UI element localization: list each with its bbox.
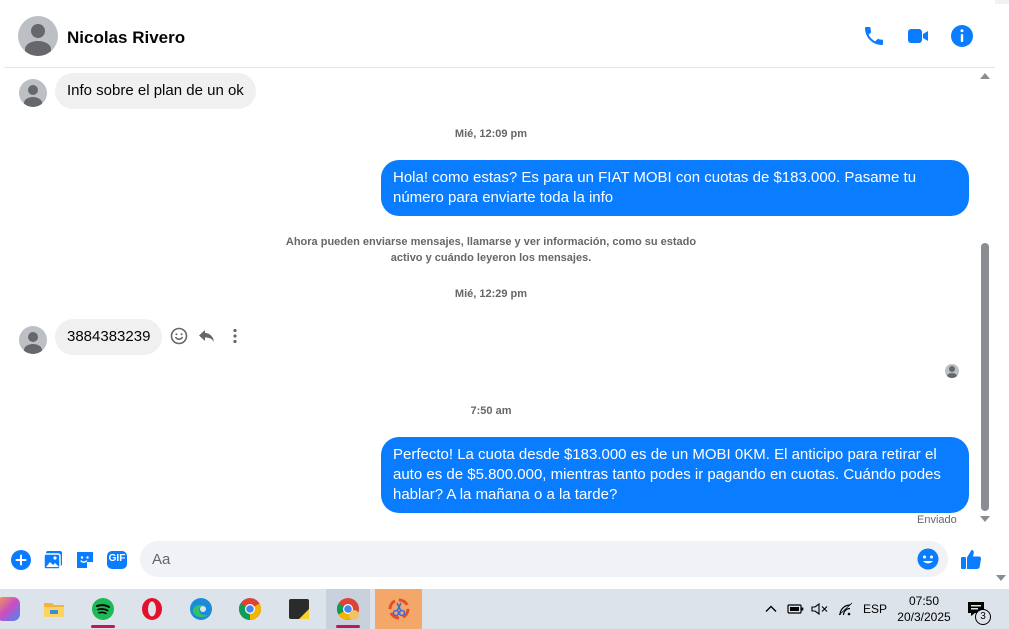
- scroll-down-arrow-icon[interactable]: [980, 516, 990, 522]
- message-timestamp: 7:50 am: [470, 405, 512, 417]
- clock-time: 07:50: [908, 594, 940, 608]
- video-icon[interactable]: [906, 24, 930, 48]
- message-bubble-incoming[interactable]: 3884383239: [55, 319, 163, 355]
- scroll-thumb[interactable]: [981, 243, 989, 511]
- phone-icon[interactable]: [862, 24, 886, 48]
- plus-icon[interactable]: [9, 548, 33, 572]
- message-composer: GIF: [4, 536, 995, 584]
- message-bubble-outgoing[interactable]: Hola! como estas? Es para un FIAT MOBI c…: [381, 160, 969, 216]
- scroll-up-arrow-icon[interactable]: [980, 73, 990, 79]
- message-thread[interactable]: Info sobre el plan de un ok Mié, 12:09 p…: [4, 69, 977, 533]
- contact-avatar-small[interactable]: [19, 79, 47, 107]
- opera-icon[interactable]: [130, 589, 174, 629]
- wifi-icon[interactable]: [837, 589, 855, 629]
- spotify-icon[interactable]: [81, 589, 125, 629]
- info-icon[interactable]: [950, 24, 974, 48]
- message-input[interactable]: [152, 541, 912, 577]
- system-clock[interactable]: 07:50 20/3/2025: [890, 593, 958, 625]
- contact-name[interactable]: Nicolas Rivero: [67, 28, 185, 48]
- notification-count-badge: 3: [975, 609, 991, 625]
- gif-icon[interactable]: GIF: [105, 548, 129, 572]
- delivery-status: Enviado: [917, 514, 957, 526]
- windows-taskbar: ESP 07:50 20/3/2025 3: [0, 589, 1009, 629]
- window-scroll-down-arrow-icon[interactable]: [996, 575, 1006, 581]
- thread-scrollbar[interactable]: [977, 69, 993, 533]
- message-bubble-outgoing[interactable]: Perfecto! La cuota desde $183.000 es de …: [381, 437, 969, 513]
- message-timestamp: Mié, 12:09 pm: [454, 128, 528, 140]
- emoji-icon[interactable]: [916, 547, 940, 571]
- volume-muted-icon[interactable]: [811, 589, 829, 629]
- message-timestamp: Mié, 12:29 pm: [454, 288, 528, 300]
- clock-date: 20/3/2025: [897, 610, 951, 624]
- messenger-window: Nicolas Rivero Info sobre el plan de un …: [0, 0, 995, 588]
- contact-avatar-small[interactable]: [19, 326, 47, 354]
- sticky-notes-icon[interactable]: [277, 589, 321, 629]
- message-input-container[interactable]: [140, 541, 948, 577]
- show-hidden-icons-icon[interactable]: [764, 589, 778, 629]
- battery-icon[interactable]: [787, 589, 805, 629]
- copilot-icon[interactable]: [0, 589, 30, 629]
- file-explorer-icon[interactable]: [32, 589, 76, 629]
- snipping-tool-icon[interactable]: [375, 589, 422, 629]
- chrome-icon[interactable]: [228, 589, 272, 629]
- system-message-line: Ahora pueden enviarse mensajes, llamarse…: [285, 236, 697, 248]
- like-icon[interactable]: [959, 547, 983, 571]
- image-icon[interactable]: [41, 548, 65, 572]
- language-indicator[interactable]: ESP: [863, 589, 887, 629]
- more-options-icon[interactable]: [225, 326, 245, 346]
- seen-indicator-avatar: [945, 364, 959, 378]
- chat-header: Nicolas Rivero: [4, 4, 995, 68]
- react-emoji-icon[interactable]: [169, 326, 189, 346]
- contact-avatar[interactable]: [18, 16, 58, 56]
- gif-label: GIF: [108, 553, 126, 564]
- reply-icon[interactable]: [197, 326, 217, 346]
- app-running-indicator: [336, 625, 360, 628]
- message-bubble-incoming[interactable]: Info sobre el plan de un ok: [55, 73, 256, 109]
- sticker-icon[interactable]: [73, 548, 97, 572]
- edge-icon[interactable]: [179, 589, 223, 629]
- system-message: Ahora pueden enviarse mensajes, llamarse…: [241, 234, 741, 266]
- chrome-profile-icon[interactable]: [326, 589, 370, 629]
- app-running-indicator: [91, 625, 115, 628]
- system-message-line: activo y cuándo leyeron los mensajes.: [390, 252, 592, 264]
